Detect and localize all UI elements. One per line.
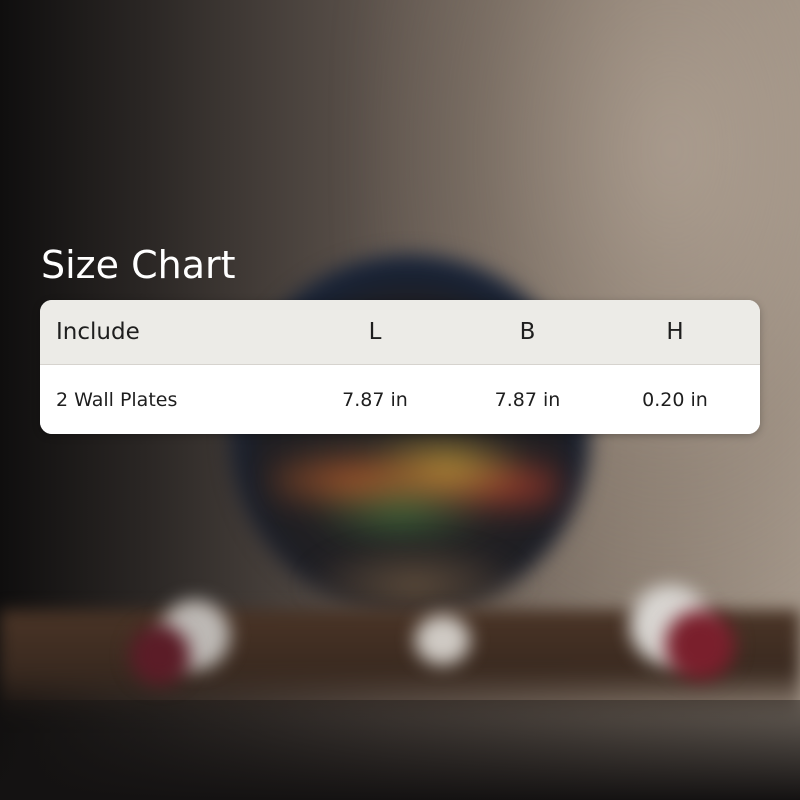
header-breadth: B bbox=[519, 319, 536, 345]
cell-height: 0.20 in bbox=[642, 388, 708, 411]
white-flower bbox=[415, 615, 470, 665]
red-flower bbox=[665, 610, 735, 680]
header-length: L bbox=[368, 319, 382, 345]
size-chart-title: Size Chart bbox=[41, 243, 236, 287]
table-header-row: Include L B H bbox=[40, 300, 760, 365]
header-height: H bbox=[666, 319, 684, 345]
cell-breadth: 7.87 in bbox=[494, 388, 561, 411]
size-table: Include L B H 2 Wall Plates 7.87 in 7.87… bbox=[40, 300, 760, 434]
red-flower bbox=[130, 625, 190, 685]
table-row: 2 Wall Plates 7.87 in 7.87 in 0.20 in bbox=[40, 365, 760, 434]
header-include: Include bbox=[56, 319, 140, 345]
cell-length: 7.87 in bbox=[342, 388, 408, 411]
dark-foreground bbox=[0, 700, 800, 800]
cell-include: 2 Wall Plates bbox=[56, 388, 178, 411]
plate-artwork bbox=[270, 420, 560, 540]
